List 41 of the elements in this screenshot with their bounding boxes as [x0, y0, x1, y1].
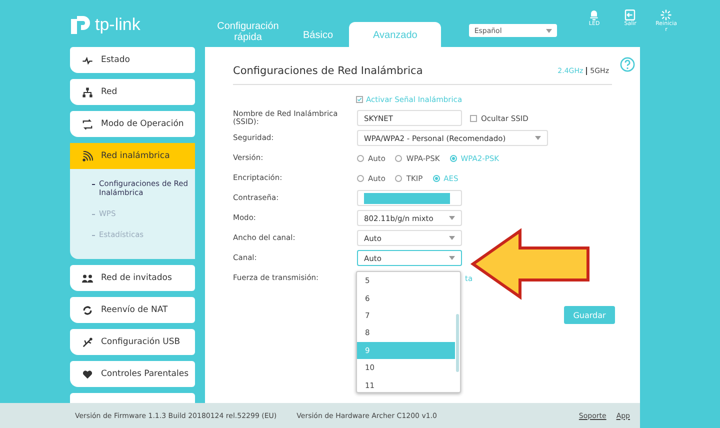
checkbox[interactable]: [356, 96, 363, 103]
dash-icon: [92, 214, 95, 215]
pulse-icon: [82, 54, 93, 66]
dash-icon: [92, 184, 95, 185]
caret-icon: [546, 28, 552, 32]
cycle-icon: [82, 304, 93, 316]
switch-icon: [82, 118, 93, 130]
logo-text: tp-link: [95, 15, 140, 35]
radio-button[interactable]: [450, 154, 457, 162]
sidebar-item[interactable]: Estado: [70, 47, 195, 73]
dash-icon: [92, 235, 95, 236]
caret-icon: [449, 236, 455, 240]
sidebar-item[interactable]: Reenvío de NAT: [70, 297, 195, 323]
sidebar-item[interactable]: Configuración USB: [70, 329, 195, 355]
sidebar-item[interactable]: Controles Parentales: [70, 361, 195, 387]
users-icon: [82, 272, 93, 284]
scrollbar[interactable]: [456, 314, 459, 372]
bulb-icon: [588, 9, 600, 21]
help-icon[interactable]: [620, 57, 635, 72]
sidebar-item[interactable]: Red de invitados: [70, 265, 195, 291]
radio-button[interactable]: [395, 174, 402, 182]
caret-icon: [449, 256, 455, 260]
sidebar-item[interactable]: Red: [70, 79, 195, 105]
radio-button[interactable]: [395, 154, 402, 162]
sidebar-item[interactable]: Modo de Operación: [70, 111, 195, 137]
radio-button[interactable]: [357, 174, 364, 182]
caret-icon: [535, 136, 541, 140]
radio-button[interactable]: [432, 174, 440, 182]
logo-icon: [68, 13, 92, 37]
panel-title: Configuraciones de Red Inalámbrica: [233, 65, 424, 77]
spinner-icon: [660, 9, 672, 21]
heart-icon: [82, 368, 93, 380]
radio-button[interactable]: [357, 154, 364, 162]
exit-icon: [624, 9, 636, 21]
sidebar-item[interactable]: Red inalámbrica: [70, 143, 195, 169]
wifi-icon: [82, 150, 93, 162]
password-field[interactable]: [357, 190, 462, 206]
network-icon: [82, 86, 93, 98]
usb-icon: [82, 336, 93, 348]
checkbox[interactable]: [470, 114, 477, 122]
caret-icon: [449, 216, 455, 220]
